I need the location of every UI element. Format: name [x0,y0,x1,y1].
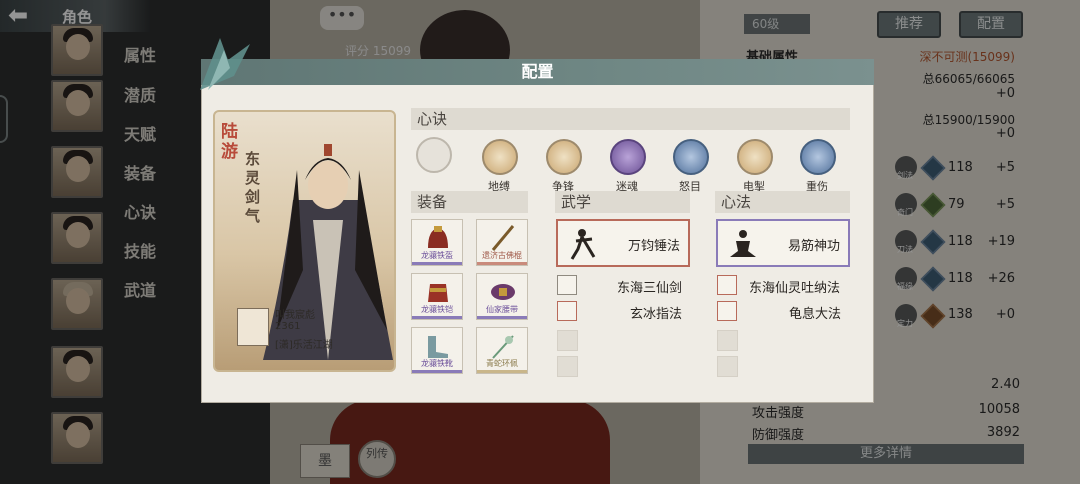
equipment-name: 龙骧铁靴 [421,359,453,368]
character-card: 陆游 东灵剑气 叫我宸彪 2361 [潇]乐活江湖 [213,110,396,372]
xinfa-sub-skill: 东海仙灵吐纳法 [749,281,841,296]
equipment-header: 装备 [411,191,528,213]
wuxue-empty-slot[interactable] [557,330,578,351]
player-name: 叫我宸彪 [275,310,315,321]
finger-skill-icon[interactable] [557,301,577,321]
equipment-slot-accessory[interactable]: 青蛇环佩 [476,327,528,374]
wuxue-empty-slot[interactable] [557,356,578,377]
rarity-bar [412,316,462,319]
wuxue-sub-skill: 玄冰指法 [630,307,683,322]
equipment-name: 青蛇环佩 [486,359,518,368]
inner-qi-name: 东灵剑气 [245,150,261,225]
xinfa-empty-slot[interactable] [717,330,738,351]
player-guild: [潇]乐活江湖 [275,340,333,351]
turtle-skill-icon[interactable] [717,301,737,321]
sword-skill-icon[interactable] [557,275,577,295]
xinjue-slot[interactable] [673,139,709,175]
rarity-bar [412,262,462,265]
wuxue-header: 武学 [555,191,690,213]
meditation-icon [730,230,756,257]
equipment-slot-weapon[interactable]: 遗济古佛棍 [476,219,528,266]
xinfa-empty-slot[interactable] [717,356,738,377]
equipment-name: 仙家腰带 [486,305,518,314]
hammer-stance-icon [570,229,596,260]
breathing-skill-icon[interactable] [717,275,737,295]
equipment-slot-armor[interactable]: 龙骧铁铠 [411,273,463,320]
xinfa-main-skill-name: 易筋神功 [787,239,840,254]
rarity-bar [477,262,527,265]
rarity-bar [477,370,527,373]
equipment-name: 龙骧铁铠 [421,305,453,314]
xinjue-slot[interactable] [546,139,582,175]
wuxue-main-skill-name: 万钧锤法 [627,239,680,254]
xinjue-slot[interactable] [482,139,518,175]
rarity-bar [477,316,527,319]
modal-title: 配置 [521,62,554,81]
xinjue-slot[interactable] [610,139,646,175]
xinjue-slot[interactable] [800,139,836,175]
wuxue-sub-skill: 东海三仙剑 [617,281,683,296]
xinjue-header: 心诀 [411,108,850,130]
xinjue-empty-slot[interactable] [416,137,452,173]
player-score: 2361 [275,321,301,332]
xinfa-header: 心法 [715,191,850,213]
rarity-bar [412,370,462,373]
school-name: 陆游 [221,122,238,162]
equipment-name: 遗济古佛棍 [482,251,522,260]
xinfa-sub-skill: 龟息大法 [789,307,842,322]
equipment-slot-belt[interactable]: 仙家腰带 [476,273,528,320]
wuxue-main-skill[interactable]: 万钧锤法 [556,219,690,267]
xinfa-main-skill[interactable]: 易筋神功 [716,219,850,267]
equipment-slot-helmet[interactable]: 龙骧铁盔 [411,219,463,266]
modal-corner-ornament [200,38,250,90]
equipment-slot-boots[interactable]: 龙骧铁靴 [411,327,463,374]
equipment-name: 龙骧铁盔 [421,251,453,260]
xinjue-slot[interactable] [737,139,773,175]
player-avatar [237,308,269,346]
